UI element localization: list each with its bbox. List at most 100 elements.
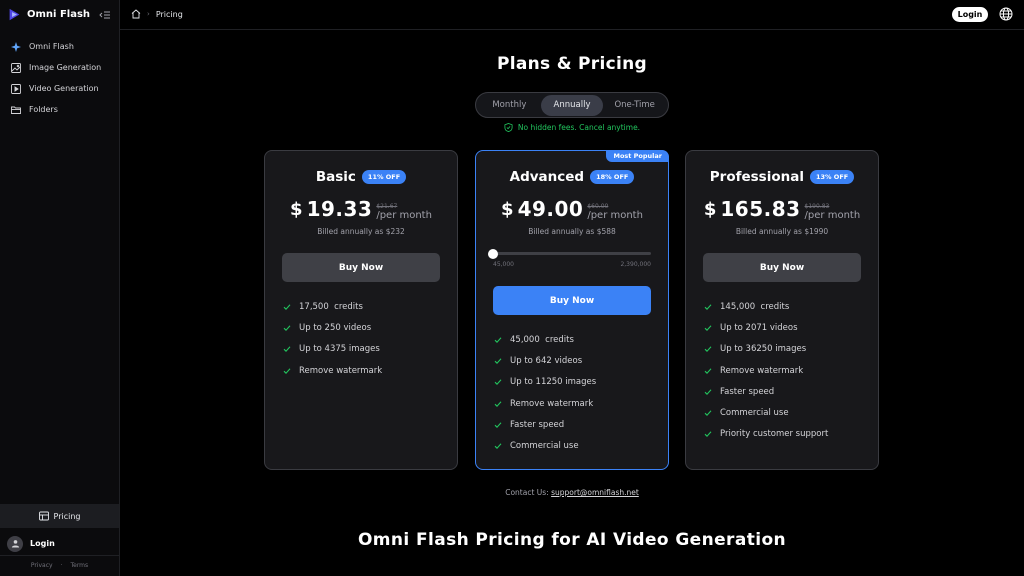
feature-text: Up to 11250 images [510, 377, 597, 388]
most-popular-ribbon: Most Popular [606, 150, 669, 162]
sidebar-item-label: Omni Flash [29, 42, 74, 51]
check-icon [283, 304, 291, 310]
discount-badge: 18% OFF [590, 170, 635, 184]
feature-item: Up to 250 videos [283, 317, 382, 338]
feature-item: Up to 2071 videos [704, 317, 828, 338]
buy-now-button-professional[interactable]: Buy Now [703, 253, 861, 282]
avatar [7, 535, 23, 552]
feature-item: Remove watermark [494, 393, 596, 414]
original-price: $21.67 [376, 203, 398, 210]
sidebar-item-video-generation[interactable]: Video Generation [0, 78, 119, 99]
discount-badge: 13% OFF [809, 170, 855, 184]
feature-item: 45,000 credits [494, 329, 596, 350]
check-icon [494, 358, 502, 364]
check-icon [704, 389, 712, 395]
video-icon [11, 83, 21, 94]
price-row: $ 19.33 $21.67 /per month [265, 197, 457, 221]
buy-now-button-advanced[interactable]: Buy Now [493, 286, 651, 315]
feature-item: Up to 36250 images [704, 339, 828, 360]
feature-item: Up to 11250 images [494, 372, 596, 393]
no-hidden-fees-note: No hidden fees. Cancel anytime. [120, 123, 1024, 132]
buy-now-button-basic[interactable]: Buy Now [282, 253, 440, 282]
plan-card-basic: Basic 11% OFF $ 19.33 $21.67 /per month … [264, 150, 458, 470]
globe-icon[interactable] [999, 7, 1013, 21]
shield-check-icon [504, 123, 513, 132]
plan-card-advanced: Most Popular Advanced 18% OFF $ 49.00 $6… [475, 150, 669, 470]
breadcrumb-separator: › [147, 10, 150, 18]
privacy-link[interactable]: Privacy [31, 562, 53, 569]
price-period: /per month [587, 210, 643, 221]
check-icon [704, 410, 712, 417]
home-icon[interactable] [131, 9, 141, 19]
breadcrumb: › Pricing [131, 9, 183, 19]
currency-symbol: $ [703, 199, 717, 220]
check-icon [704, 304, 712, 310]
sidebar-item-pricing[interactable]: Pricing [0, 504, 119, 528]
feature-text: Faster speed [720, 386, 775, 397]
check-icon [283, 367, 291, 374]
sidebar-item-label: Image Generation [29, 63, 102, 72]
feature-item: Remove watermark [283, 360, 382, 381]
check-icon [283, 346, 291, 353]
check-icon [704, 367, 712, 374]
currency-symbol: $ [290, 199, 303, 220]
slider-min-label: 45,000 [493, 261, 514, 268]
discount-badge: 11% OFF [361, 170, 407, 184]
billing-period-toggle: Monthly Annually One-Time [475, 92, 669, 118]
check-icon [494, 443, 502, 450]
sidebar-item-image-generation[interactable]: Image Generation [0, 57, 119, 78]
price-amount: 165.83 [720, 197, 801, 221]
note-text: No hidden fees. Cancel anytime. [517, 123, 641, 132]
feature-item: 17,500 credits [283, 296, 382, 317]
tab-annually[interactable]: Annually [540, 94, 604, 116]
contact-label: Contact Us: [505, 488, 549, 497]
breadcrumb-current: Pricing [155, 9, 183, 19]
sparkle-icon [11, 41, 21, 52]
feature-text: Remove watermark [720, 365, 804, 376]
plan-card-professional: Professional 13% OFF $ 165.83 $190.83 /p… [685, 150, 879, 470]
sidebar-item-folders[interactable]: Folders [0, 99, 119, 120]
currency-symbol: $ [501, 199, 514, 220]
feature-item: Priority customer support [704, 424, 828, 445]
billed-note: Billed annually as $588 [528, 227, 616, 236]
omni-flash-logo-icon [9, 8, 20, 21]
tab-one-time[interactable]: One-Time [603, 95, 666, 116]
price-meta: $60.00 /per month [587, 203, 643, 221]
slider-handle[interactable] [488, 248, 498, 259]
check-icon [494, 337, 502, 343]
feature-item: Faster speed [494, 414, 596, 435]
feature-text: Up to 250 videos [299, 322, 372, 333]
feature-item: Faster speed [704, 381, 828, 402]
feature-item: Remove watermark [704, 360, 828, 381]
price-row: $ 165.83 $190.83 /per month [686, 197, 878, 221]
feature-text: Up to 4375 images [299, 344, 380, 355]
section-title: Omni Flash Pricing for AI Video Generati… [357, 530, 787, 550]
slider-max-label: 2,390,000 [620, 261, 651, 268]
price-meta: $190.83 /per month [805, 203, 861, 221]
tab-monthly[interactable]: Monthly [478, 95, 541, 116]
footer-divider: · [60, 562, 63, 569]
login-button[interactable]: Login [952, 7, 988, 22]
sidebar-item-label: Video Generation [29, 84, 99, 93]
check-icon [704, 346, 712, 353]
sidebar-item-omni-flash[interactable]: Omni Flash [0, 36, 119, 57]
check-icon [494, 379, 502, 386]
top-bar: › Pricing Login [120, 0, 1024, 30]
brand[interactable]: Omni Flash [8, 8, 90, 21]
credits-slider[interactable] [488, 248, 651, 259]
feature-text: Remove watermark [299, 365, 383, 376]
collapse-sidebar-icon[interactable] [99, 9, 111, 21]
feature-list: 45,000 credits Up to 642 videos Up to 11… [494, 329, 596, 457]
check-icon [283, 325, 291, 331]
feature-text: Up to 36250 images [720, 344, 807, 355]
price-amount: 49.00 [517, 197, 584, 221]
pricing-icon [38, 511, 49, 521]
price-meta: $21.67 /per month [376, 203, 432, 221]
terms-link[interactable]: Terms [70, 562, 88, 569]
feature-text: 17,500 credits [299, 301, 363, 312]
feature-item: Up to 4375 images [283, 339, 382, 360]
sidebar-login[interactable]: Login [0, 532, 119, 556]
sidebar-footer: Privacy · Terms [0, 562, 119, 569]
contact-email-link[interactable]: support@omniflash.net [551, 488, 639, 497]
brand-name: Omni Flash [27, 9, 91, 20]
